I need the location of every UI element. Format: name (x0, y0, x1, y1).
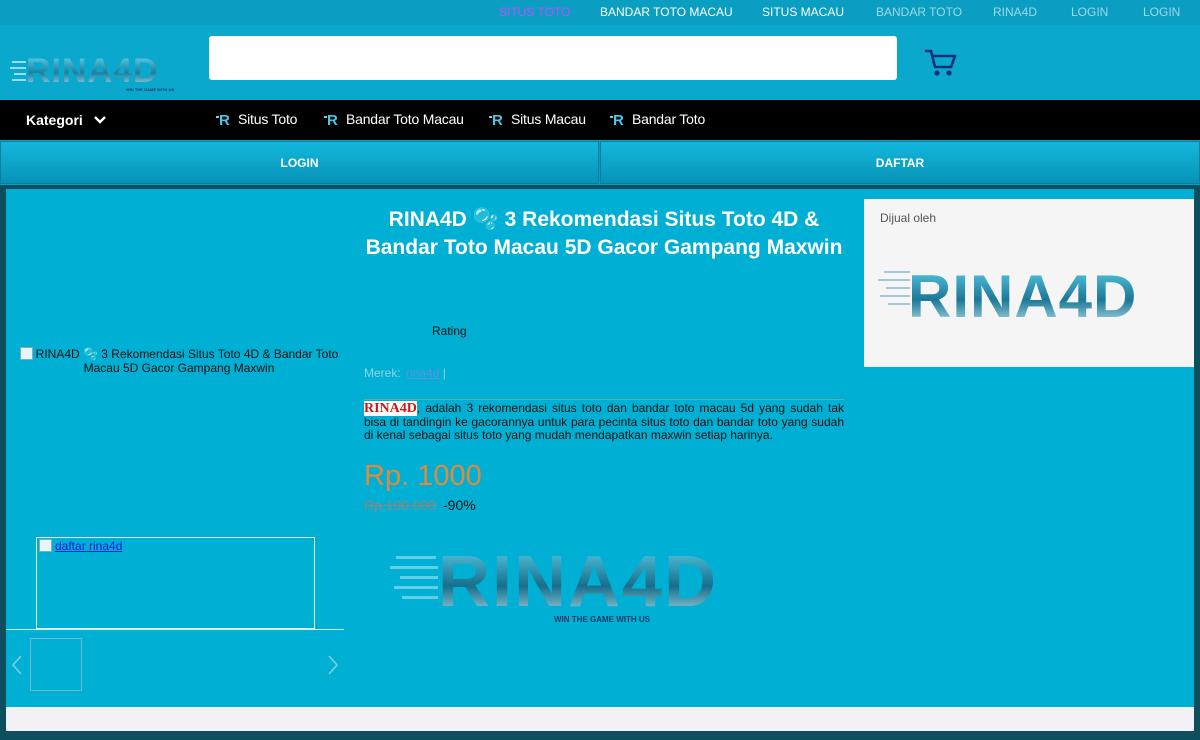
site-logo[interactable]: RINA4D WIN THE GAME WITH US (10, 49, 202, 93)
daftar-banner-alt-text: daftar rina4d (55, 539, 123, 553)
login-button[interactable]: LOGIN (0, 141, 599, 184)
description-divider (364, 399, 844, 400)
product-title: RINA4D 🫧 3 Rekomendasi Situs Toto 4D & B… (365, 208, 843, 259)
brand-line: Merek: rina4d | (364, 366, 446, 380)
topnav-link-bandar-toto-macau[interactable]: BANDAR TOTO MACAU (600, 5, 733, 19)
auth-bar: LOGIN DAFTAR (0, 140, 1200, 185)
kategori-dropdown[interactable]: Kategori (26, 112, 107, 128)
svg-text:WIN THE GAME WITH US: WIN THE GAME WITH US (126, 87, 174, 92)
svg-text:RINA4D: RINA4D (438, 542, 718, 622)
daftar-button[interactable]: DAFTAR (600, 141, 1200, 184)
old-price: Rp.100.000 (364, 497, 437, 513)
merek-separator: | (442, 366, 446, 380)
category-link-label: Situs Toto (238, 111, 298, 127)
brand-r-icon: R (489, 112, 503, 127)
topnav-link-situs-macau[interactable]: SITUS MACAU (762, 5, 844, 19)
category-link-label: Bandar Toto Macau (346, 111, 464, 127)
description-text: , adalah 3 rekomendasi situs toto dan ba… (364, 401, 844, 442)
svg-text:RINA4D: RINA4D (26, 52, 159, 90)
topnav-link-bandar-toto[interactable]: BANDAR TOTO (876, 5, 962, 19)
topnav-link-rina4d[interactable]: RINA4D (993, 5, 1037, 19)
svg-text:R: R (219, 112, 230, 127)
topnav-link-login[interactable]: LOGIN (1071, 5, 1108, 19)
daftar-banner[interactable]: daftar rina4d (36, 537, 315, 629)
footer-strip (6, 707, 1194, 731)
topnav-link-situs-toto[interactable]: SITUS TOTO (499, 5, 570, 19)
product-price: Rp. 1000 (364, 460, 482, 492)
daftar-banner-link[interactable]: daftar rina4d (39, 539, 122, 553)
product-main-image[interactable]: RINA4D 🫧 3 Rekomendasi Situs Toto 4D & B… (14, 347, 344, 375)
category-link-situs-macau[interactable]: R Situs Macau (489, 111, 586, 127)
category-link-label: Situs Macau (511, 111, 586, 127)
product-description: RINA4D, adalah 3 rekomendasi situs toto … (364, 401, 844, 443)
kategori-label: Kategori (26, 112, 83, 128)
product-logo-image: RINA4D WIN THE GAME WITH US (390, 542, 718, 624)
svg-text:WIN THE GAME WITH US: WIN THE GAME WITH US (554, 615, 651, 624)
category-link-bandar-toto[interactable]: R Bandar Toto (610, 111, 705, 127)
gallery-thumbnail[interactable] (30, 638, 82, 691)
seller-card: Dijual oleh RINA4D (864, 199, 1194, 367)
chevron-down-icon (93, 116, 106, 124)
merek-label: Merek: (364, 366, 401, 380)
chevron-left-icon[interactable] (10, 653, 24, 677)
category-link-bandar-toto-macau[interactable]: R Bandar Toto Macau (324, 111, 464, 127)
brand-r-icon: R (610, 112, 624, 127)
brand-r-icon: R (324, 112, 338, 127)
product-image-alt-text: RINA4D 🫧 3 Rekomendasi Situs Toto 4D & B… (35, 347, 339, 375)
seller-logo[interactable]: RINA4D (878, 259, 1178, 331)
category-link-label: Bandar Toto (632, 111, 706, 127)
svg-text:R: R (327, 112, 338, 127)
category-bar: Kategori R Situs Toto R Bandar Toto Maca… (0, 100, 1200, 140)
gallery-divider (6, 629, 344, 630)
topnav-link-login-2[interactable]: LOGIN (1143, 5, 1180, 19)
top-nav: SITUS TOTO BANDAR TOTO MACAU SITUS MACAU… (0, 0, 1200, 25)
site-header: RINA4D WIN THE GAME WITH US (0, 25, 1200, 100)
svg-text:R: R (492, 112, 503, 127)
broken-image-icon (39, 539, 52, 552)
category-link-situs-toto[interactable]: R Situs Toto (216, 111, 297, 127)
search-input[interactable] (209, 36, 897, 80)
broken-image-icon (19, 347, 33, 360)
merek-link[interactable]: rina4d (406, 366, 439, 380)
svg-text:RINA4D: RINA4D (908, 263, 1137, 330)
shopping-cart-icon[interactable] (924, 47, 958, 79)
svg-text:R: R (613, 112, 624, 127)
brand-r-icon: R (216, 112, 230, 127)
discount-badge: -90% (443, 497, 476, 513)
rating-label: Rating (432, 324, 467, 338)
seller-label: Dijual oleh (880, 211, 937, 225)
product-section: RINA4D 🫧 3 Rekomendasi Situs Toto 4D & B… (6, 189, 1194, 707)
chevron-right-icon[interactable] (326, 653, 340, 677)
